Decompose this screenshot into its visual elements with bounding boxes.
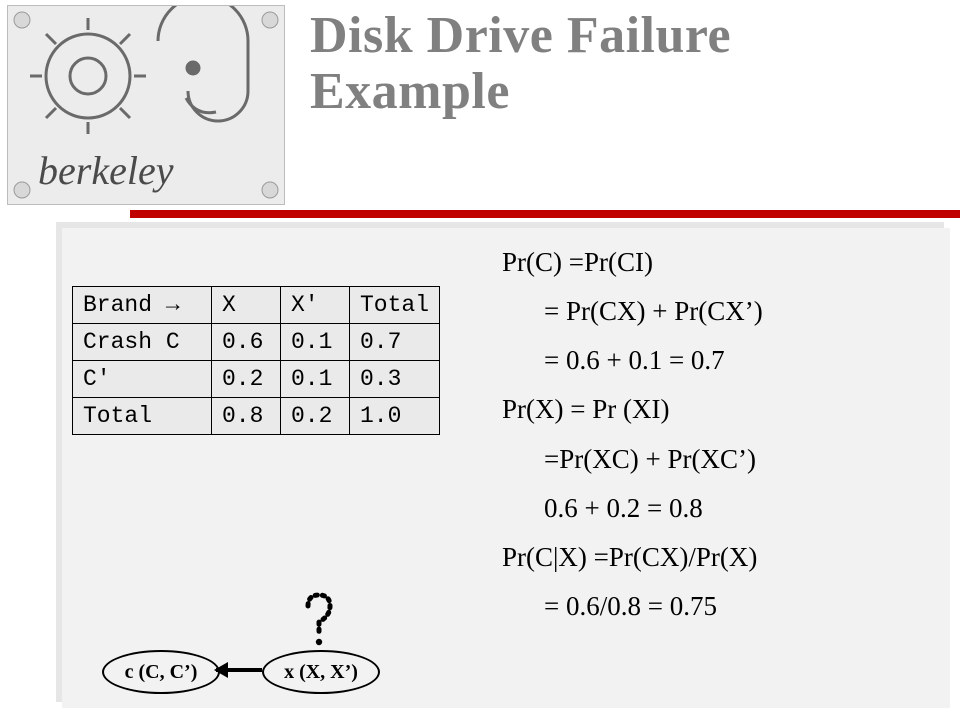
math-line: Pr(X) = Pr (XI)	[502, 385, 763, 434]
cell: X	[212, 287, 281, 324]
node-x: x (X, X’)	[262, 650, 380, 694]
berkeley-logo: berkeley	[7, 5, 285, 205]
table-row: Total 0.8 0.2 1.0	[73, 398, 440, 435]
math-line: = 0.6 + 0.1 = 0.7	[502, 336, 763, 385]
cell: 1.0	[350, 398, 440, 435]
cell: X'	[281, 287, 350, 324]
cell: 0.2	[212, 361, 281, 398]
causal-diagram: c (C, C’) x (X, X’)	[102, 598, 442, 698]
table-row: Brand → X X' Total	[73, 287, 440, 324]
cell: 0.6	[212, 324, 281, 361]
table-row: C' 0.2 0.1 0.3	[73, 361, 440, 398]
math-line: Pr(C) =Pr(CI)	[502, 238, 763, 287]
cell: Total	[73, 398, 212, 435]
cell: 0.2	[281, 398, 350, 435]
math-line: = Pr(CX) + Pr(CX’)	[502, 287, 763, 336]
cell: 0.1	[281, 361, 350, 398]
math-line: Pr(C|X) =Pr(CX)/Pr(X)	[502, 533, 763, 582]
cell: 0.8	[212, 398, 281, 435]
cell: 0.1	[281, 324, 350, 361]
math-derivation: Pr(C) =Pr(CI) = Pr(CX) + Pr(CX’) = 0.6 +…	[502, 238, 763, 631]
cell: C'	[73, 361, 212, 398]
question-mark-icon	[302, 592, 336, 648]
cell: Crash C	[73, 324, 212, 361]
cell: Total	[350, 287, 440, 324]
title-line-1: Disk Drive Failure	[310, 7, 731, 64]
table-row: Crash C 0.6 0.1 0.7	[73, 324, 440, 361]
cell: 0.7	[350, 324, 440, 361]
arrow-icon	[216, 668, 262, 672]
math-line: = 0.6/0.8 = 0.75	[502, 582, 763, 631]
divider-bar	[130, 210, 960, 218]
slide-title: Disk Drive Failure Example	[310, 8, 731, 120]
title-line-2: Example	[310, 63, 510, 120]
cell: Brand →	[73, 287, 212, 324]
slide: berkeley Disk Drive Failure Example Bran…	[0, 0, 960, 720]
node-c: c (C, C’)	[102, 650, 220, 694]
probability-table: Brand → X X' Total Crash C 0.6 0.1 0.7 C…	[72, 286, 440, 435]
math-line: =Pr(XC) + Pr(XC’)	[502, 435, 763, 484]
body-area: Brand → X X' Total Crash C 0.6 0.1 0.7 C…	[62, 228, 950, 708]
cell: 0.3	[350, 361, 440, 398]
node-label: x (X, X’)	[284, 661, 358, 684]
svg-text:berkeley: berkeley	[38, 148, 174, 193]
math-line: 0.6 + 0.2 = 0.8	[502, 484, 763, 533]
node-label: c (C, C’)	[125, 661, 198, 684]
